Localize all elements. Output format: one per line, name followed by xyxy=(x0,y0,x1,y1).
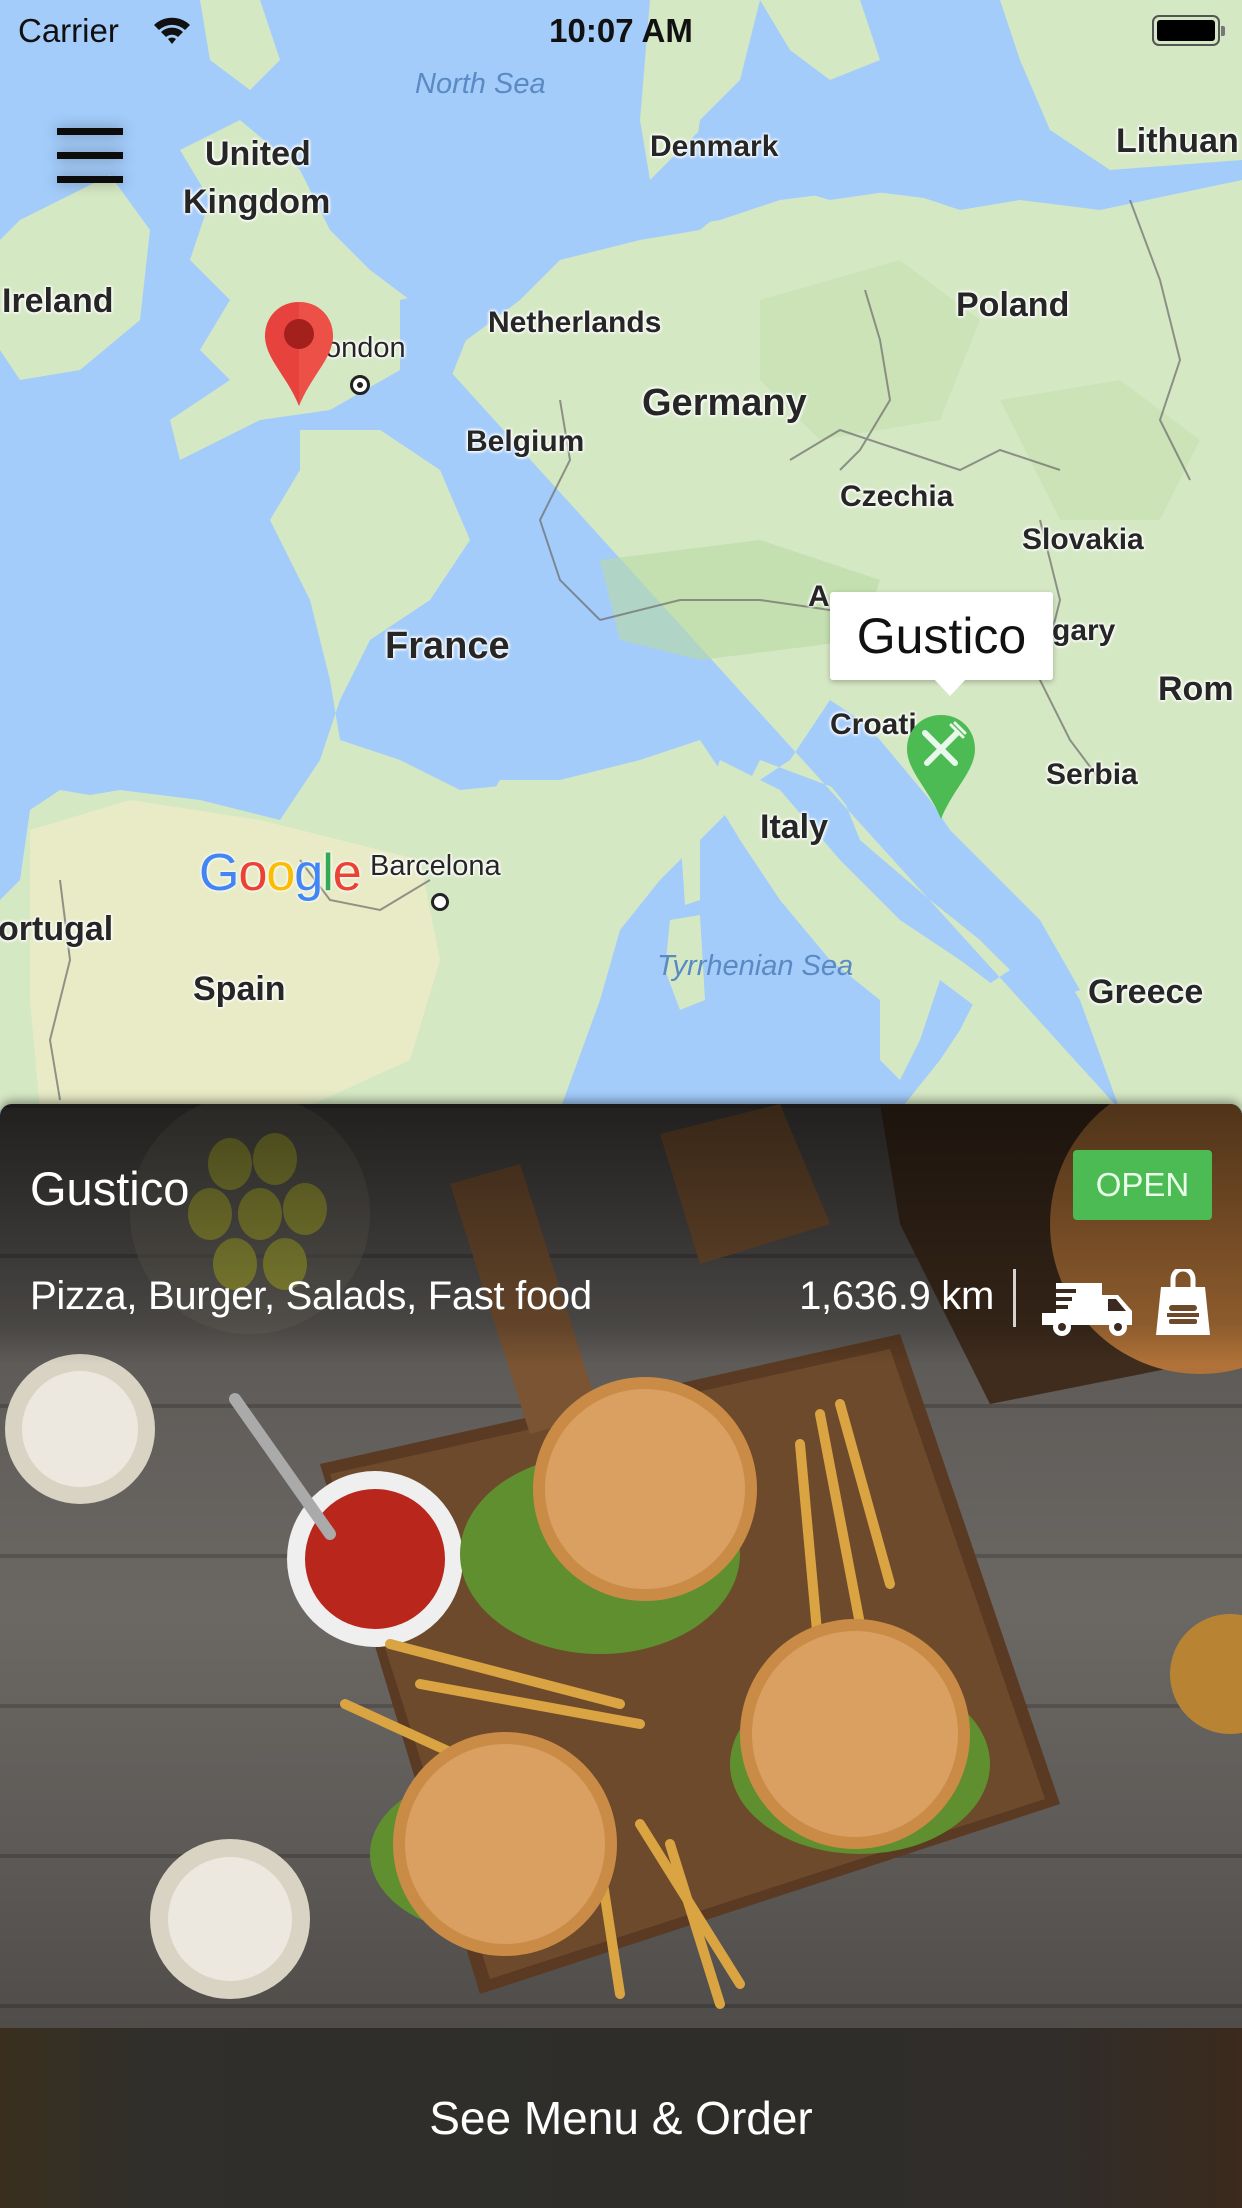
map-label-north-sea: North Sea xyxy=(415,68,546,100)
map-label-france: France xyxy=(385,625,510,667)
app-screen: North Sea Denmark Lithuan United Kingdom… xyxy=(0,0,1242,2208)
map-label-poland: Poland xyxy=(956,286,1070,324)
map-label-lithuania: Lithuan xyxy=(1116,122,1239,160)
map-label-ireland: Ireland xyxy=(2,282,114,320)
map-label-serbia: Serbia xyxy=(1046,758,1138,791)
map-label-spain: Spain xyxy=(193,970,286,1008)
map-view[interactable]: North Sea Denmark Lithuan United Kingdom… xyxy=(0,0,1242,1110)
info-divider xyxy=(1013,1269,1016,1327)
see-menu-order-button[interactable]: See Menu & Order xyxy=(0,2028,1242,2208)
map-label-hungary: gary xyxy=(1052,614,1116,647)
location-pin-icon[interactable] xyxy=(263,300,335,413)
google-logo: Google xyxy=(199,844,362,902)
map-label-barcelona: Barcelona xyxy=(370,850,501,882)
map-label-denmark: Denmark xyxy=(650,130,779,163)
restaurant-pin-icon[interactable] xyxy=(905,713,977,826)
map-marker-callout[interactable]: Gustico xyxy=(830,592,1053,696)
map-label-london: ondon xyxy=(325,332,406,364)
status-bar: Carrier 10:07 AM xyxy=(0,0,1242,60)
map-label-germany: Germany xyxy=(642,382,807,424)
map-label-greece: Greece xyxy=(1088,973,1204,1011)
restaurant-name: Gustico xyxy=(30,1162,190,1215)
barcelona-city-dot xyxy=(431,893,449,911)
takeaway-bag-icon xyxy=(1155,1266,1211,1342)
restaurant-card[interactable]: Gustico OPEN Pizza, Burger, Salads, Fast… xyxy=(0,1104,1242,2028)
map-label-united-kingdom-line2: Kingdom xyxy=(183,183,331,221)
battery-full-icon xyxy=(1152,15,1225,46)
map-label-tyrrhenian-sea: Tyrrhenian Sea xyxy=(657,950,854,982)
order-button-label: See Menu & Order xyxy=(429,2092,813,2144)
map-label-portugal: ortugal xyxy=(0,910,114,948)
map-label-croatia: Croati xyxy=(830,708,917,741)
map-label-slovakia: Slovakia xyxy=(1022,523,1144,556)
map-label-romania: Rom xyxy=(1158,670,1234,708)
map-label-czechia: Czechia xyxy=(840,480,954,513)
map-label-italy: Italy xyxy=(760,808,829,846)
callout-title: Gustico xyxy=(856,608,1027,664)
delivery-truck-icon xyxy=(1042,1279,1134,1342)
restaurant-distance: 1,636.9 km xyxy=(799,1274,994,1318)
map-label-united-kingdom-line1: United xyxy=(205,135,311,173)
status-badge: OPEN xyxy=(1073,1150,1212,1220)
map-label-belgium: Belgium xyxy=(466,425,585,458)
restaurant-cuisines: Pizza, Burger, Salads, Fast food xyxy=(30,1274,592,1318)
hamburger-menu-icon[interactable] xyxy=(50,122,130,192)
status-time: 10:07 AM xyxy=(549,12,693,49)
london-city-dot xyxy=(350,375,370,395)
map-label-austria: A xyxy=(808,580,830,613)
map-label-netherlands: Netherlands xyxy=(488,306,662,339)
